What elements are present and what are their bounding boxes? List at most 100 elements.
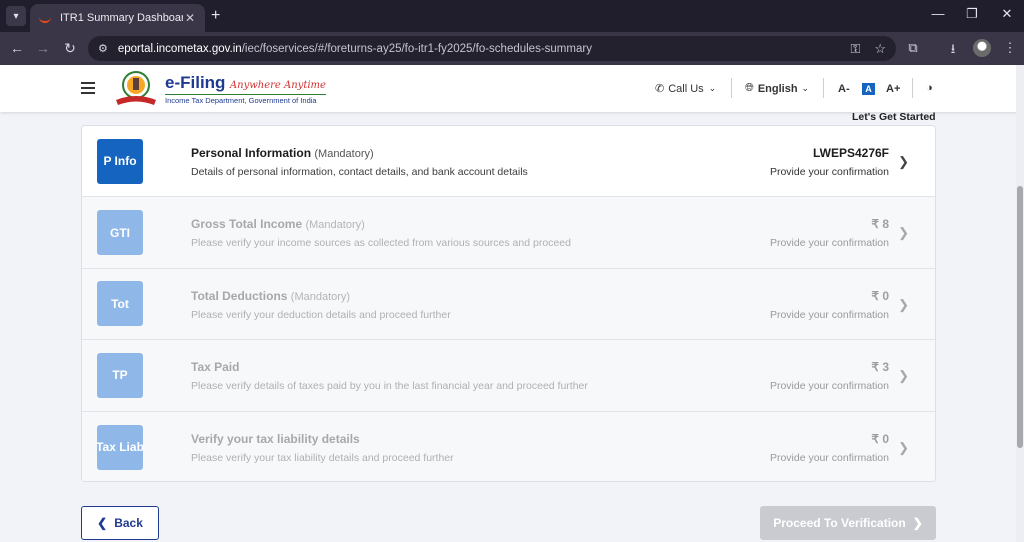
row-description: Please verify your deduction details and…	[191, 308, 451, 321]
row-summary: LWEPS4276F Provide your confirmation	[770, 146, 889, 178]
chevron-right-icon[interactable]: ❯	[898, 440, 909, 456]
row-description: Please verify your income sources as col…	[191, 237, 571, 250]
back-button[interactable]: ❮ Back	[81, 506, 159, 540]
site-header: e-Filing Anywhere Anytime Income Tax Dep…	[0, 65, 1024, 112]
row-confirm: Provide your confirmation	[769, 380, 889, 393]
row-summary: ₹ 3 Provide your confirmation	[770, 360, 889, 392]
proceed-to-verification-button[interactable]: Proceed To Verification ❯	[760, 506, 936, 540]
font-decrease-button[interactable]: A-	[838, 83, 850, 95]
row-value: ₹ 8	[871, 217, 889, 232]
chevron-right-icon[interactable]: ❯	[898, 297, 909, 313]
row-mandatory: (Mandatory)	[314, 148, 374, 160]
row-value: LWEPS4276F	[812, 146, 889, 160]
row-title: Total Deductions	[191, 288, 288, 303]
profile-avatar-icon[interactable]	[973, 39, 991, 57]
row-badge: TP	[97, 352, 143, 398]
forward-arrow-icon[interactable]: →	[34, 40, 52, 56]
language-label: English	[757, 82, 798, 95]
row-text: Personal Information (Mandatory) Details…	[191, 146, 528, 178]
favicon-icon	[38, 11, 52, 25]
row-title-line: Tax Paid	[191, 360, 588, 374]
phone-icon: ✆	[655, 83, 665, 95]
row-confirm: Provide your confirmation	[769, 451, 889, 464]
hamburger-menu-icon[interactable]	[81, 82, 95, 94]
back-arrow-icon[interactable]: ←	[8, 40, 26, 56]
site-settings-icon[interactable]: ⚙	[98, 42, 108, 55]
call-us-label: Call Us	[668, 82, 704, 95]
browser-tab-bar: ▾ ITR1 Summary Dashboard ✕ + — ❐ ✕	[0, 0, 1024, 32]
call-us-dropdown[interactable]: ✆ Call Us ⌄	[655, 82, 717, 96]
row-title: Tax Paid	[191, 360, 240, 375]
chevron-right-icon: ❯	[912, 516, 923, 530]
reload-icon[interactable]: ↻	[61, 40, 79, 57]
lets-get-started-label: Let's Get Started	[852, 111, 936, 123]
url-host: eportal.incometax.gov.in	[117, 42, 242, 55]
chevron-right-icon[interactable]: ❯	[898, 368, 909, 384]
row-personal-information[interactable]: P Info Personal Information (Mandatory) …	[82, 126, 935, 198]
row-gross-total-income[interactable]: GTI Gross Total Income (Mandatory) Pleas…	[82, 197, 935, 269]
row-summary: ₹ 0 Provide your confirmation	[770, 432, 889, 464]
row-title: Verify your tax liability details	[191, 431, 360, 446]
chevron-down-icon: ⌄	[708, 83, 717, 93]
browser-address-bar: ← → ↻ ⚙ eportal.incometax.gov.in/iec/fos…	[0, 32, 1024, 65]
chevron-down-icon: ⌄	[801, 83, 810, 93]
window-close-icon[interactable]: ✕	[996, 6, 1018, 22]
row-confirm: Provide your confirmation	[769, 166, 889, 178]
row-text: Tax Paid Please verify details of taxes …	[191, 360, 588, 392]
bookmark-star-icon[interactable]: ☆	[874, 41, 886, 57]
row-mandatory: (Mandatory)	[290, 290, 351, 303]
contrast-toggle-icon[interactable]: ◑	[926, 82, 933, 94]
schedule-summary-list: P Info Personal Information (Mandatory) …	[81, 125, 936, 482]
url-path: /iec/foservices/#/foreturns-ay25/fo-itr1…	[241, 42, 592, 55]
tab-search-chevron-down-icon[interactable]: ▾	[6, 6, 26, 26]
globe-icon: 🌐︎	[745, 82, 754, 94]
minimize-icon[interactable]: —	[927, 6, 949, 21]
chevron-left-icon: ❮	[97, 516, 108, 530]
efiling-logo[interactable]: e-Filing Anywhere Anytime Income Tax Dep…	[165, 73, 326, 105]
new-tab-plus-icon[interactable]: +	[211, 6, 220, 26]
download-icon[interactable]: ⭳	[944, 40, 962, 62]
row-total-deductions[interactable]: Tot Total Deductions (Mandatory) Please …	[82, 268, 935, 341]
income-tax-emblem-icon	[116, 71, 156, 105]
proceed-label: Proceed To Verification	[773, 516, 906, 530]
row-value: ₹ 0	[871, 431, 889, 446]
chevron-right-icon[interactable]: ❯	[898, 225, 909, 241]
row-title-line: Total Deductions (Mandatory)	[191, 289, 451, 303]
row-confirm: Provide your confirmation	[769, 237, 889, 250]
font-normal-button[interactable]: A	[862, 83, 875, 95]
row-text: Total Deductions (Mandatory) Please veri…	[191, 289, 451, 321]
row-text: Verify your tax liability details Please…	[191, 432, 454, 464]
row-badge: P Info	[97, 138, 143, 184]
more-menu-icon[interactable]: ⋮	[1001, 40, 1019, 56]
row-confirm: Provide your confirmation	[769, 308, 889, 321]
extensions-icon[interactable]: ⧉	[904, 40, 922, 56]
row-title-line: Personal Information (Mandatory)	[191, 146, 528, 160]
restore-icon[interactable]: ❐	[961, 6, 983, 22]
logo-subtitle: Income Tax Department, Government of Ind…	[165, 94, 326, 105]
logo-tagline: Anywhere Anytime	[229, 80, 326, 91]
chevron-right-icon[interactable]: ❯	[898, 154, 909, 170]
row-tax-paid[interactable]: TP Tax Paid Please verify details of tax…	[82, 340, 935, 412]
language-dropdown[interactable]: 🌐︎ English ⌄	[745, 82, 809, 95]
row-title: Gross Total Income	[191, 217, 303, 232]
row-title-line: Gross Total Income (Mandatory)	[191, 217, 571, 231]
row-description: Please verify details of taxes paid by y…	[191, 380, 588, 393]
row-description: Details of personal information, contact…	[191, 166, 528, 178]
row-badge: Tot	[97, 281, 143, 327]
tab-close-icon[interactable]: ✕	[183, 11, 197, 25]
tab-title: ITR1 Summary Dashboard	[60, 12, 183, 24]
url-text[interactable]: eportal.incometax.gov.in/iec/foservices/…	[118, 43, 837, 55]
header-divider	[731, 78, 732, 98]
url-omnibox[interactable]: ⚙ eportal.incometax.gov.in/iec/foservice…	[88, 36, 896, 61]
logo-main-text: e-Filing	[165, 73, 226, 92]
row-mandatory: (Mandatory)	[305, 219, 365, 232]
scrollbar-thumb[interactable]	[1017, 186, 1023, 448]
header-divider	[912, 78, 913, 98]
font-increase-button[interactable]: A+	[886, 83, 900, 95]
row-text: Gross Total Income (Mandatory) Please ve…	[191, 217, 571, 249]
row-title: Personal Information	[191, 146, 312, 160]
browser-tab[interactable]: ITR1 Summary Dashboard ✕	[30, 4, 205, 32]
key-icon[interactable]: ⚿	[850, 41, 860, 57]
row-tax-liability[interactable]: Tax Liab Verify your tax liability detai…	[82, 411, 935, 481]
row-description: Please verify your tax liability details…	[191, 451, 454, 464]
